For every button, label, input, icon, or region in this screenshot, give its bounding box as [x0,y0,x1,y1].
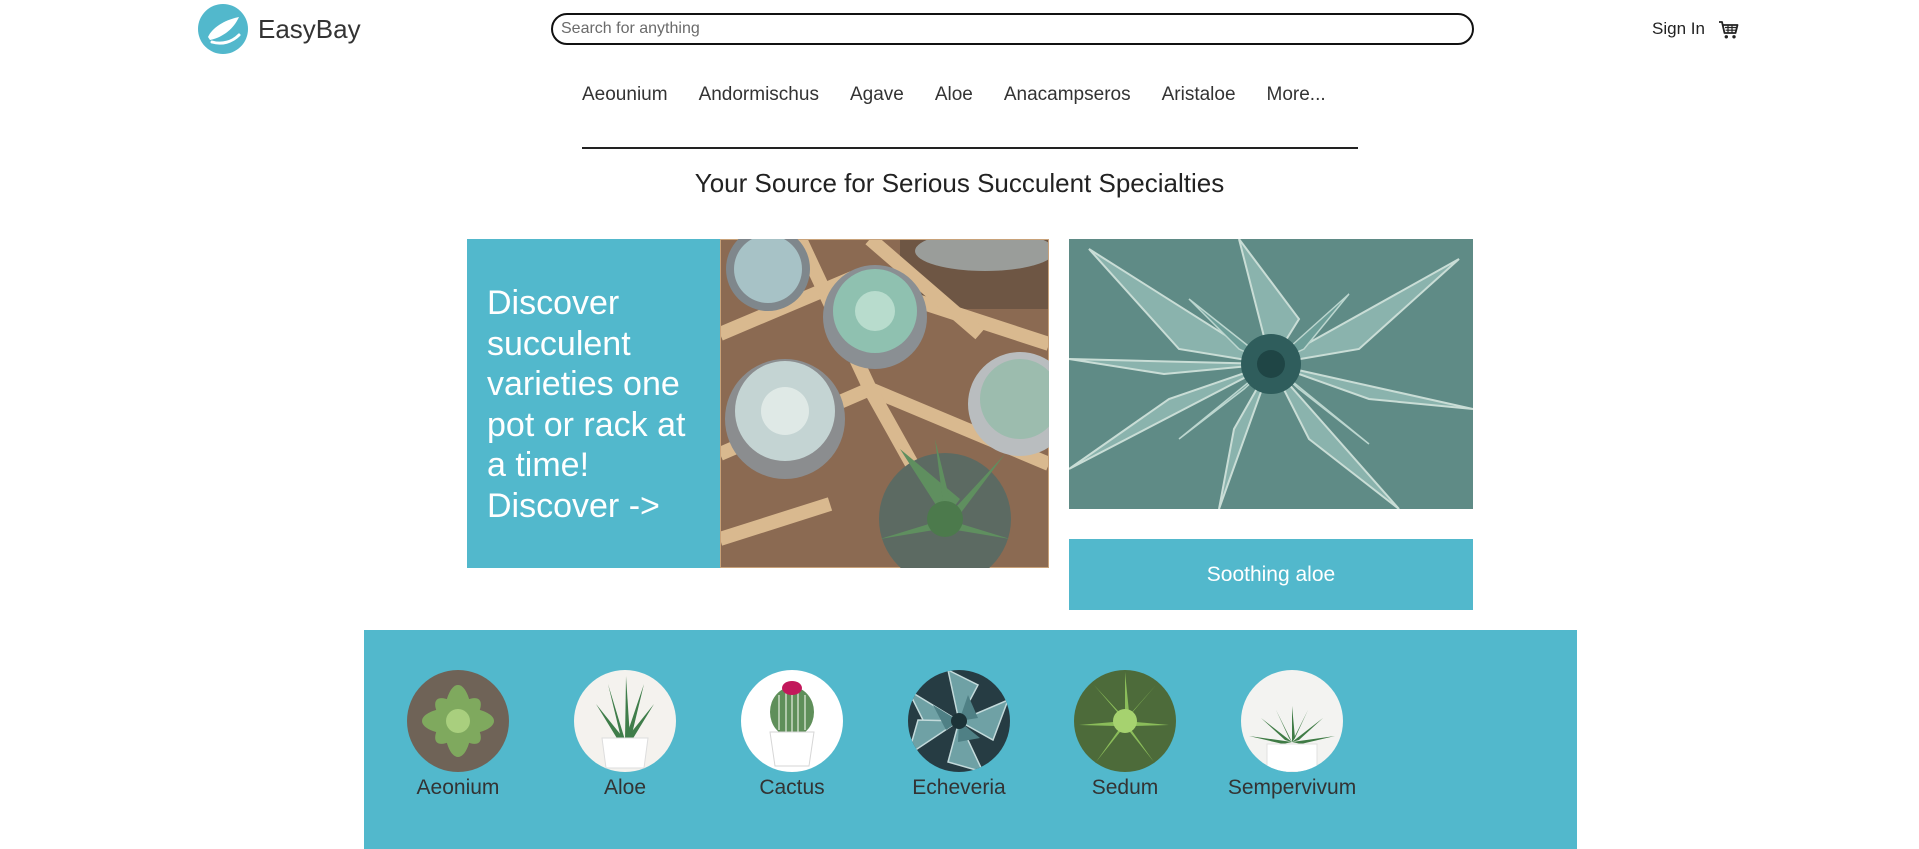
nav-item-aloe[interactable]: Aloe [935,84,973,110]
nav-item-agave[interactable]: Agave [850,84,904,110]
nav-item-anacampseros[interactable]: Anacampseros [1004,84,1131,110]
page-tagline: Your Source for Serious Succulent Specia… [694,168,1225,198]
category-nav: Aeounium Andormischus Agave Aloe Anacamp… [582,84,1326,110]
category-aeonium[interactable]: Aeonium [363,670,553,800]
sempervivum-thumbnail[interactable] [1241,670,1343,772]
hero-succulent-rack-image[interactable] [720,239,1049,568]
nav-item-aristaloe[interactable]: Aristaloe [1162,84,1236,110]
brand-name[interactable]: EasyBay [258,14,361,45]
agave-rosette-image[interactable] [1069,239,1473,509]
echeveria-thumbnail[interactable] [908,670,1010,772]
sign-in-link[interactable]: Sign In [1652,19,1705,39]
sedum-thumbnail[interactable] [1074,670,1176,772]
nav-divider [582,147,1358,149]
category-strip: Aeonium Aloe Cactus Echeveria Sedum Semp… [364,630,1577,849]
cactus-thumbnail[interactable] [741,670,843,772]
category-sempervivum[interactable]: Sempervivum [1197,670,1387,800]
hero-promo-panel[interactable]: Discover succulent varieties one pot or … [467,239,720,568]
category-label: Sedum [1091,776,1159,799]
hero-promo-text[interactable]: Discover succulent varieties one pot or … [487,283,700,526]
category-echeveria[interactable]: Echeveria [864,670,1054,800]
category-label: Sempervivum [1227,776,1357,799]
cart-icon[interactable] [1718,19,1740,41]
category-aloe[interactable]: Aloe [530,670,720,800]
nav-item-more[interactable]: More... [1267,84,1326,110]
category-label: Aloe [603,776,647,799]
aloe-thumbnail[interactable] [574,670,676,772]
category-label: Aeonium [416,776,500,799]
search-input[interactable] [553,15,1472,43]
category-label: Echeveria [912,776,1006,799]
soothing-aloe-button[interactable]: Soothing aloe [1069,539,1473,610]
search-bar [551,13,1474,45]
nav-item-andormischus[interactable]: Andormischus [699,84,819,110]
category-cactus[interactable]: Cactus [697,670,887,800]
category-label: Cactus [759,776,825,799]
category-sedum[interactable]: Sedum [1030,670,1220,800]
aeonium-thumbnail[interactable] [407,670,509,772]
logo-icon[interactable] [198,4,248,54]
nav-item-aeounium[interactable]: Aeounium [582,84,668,110]
